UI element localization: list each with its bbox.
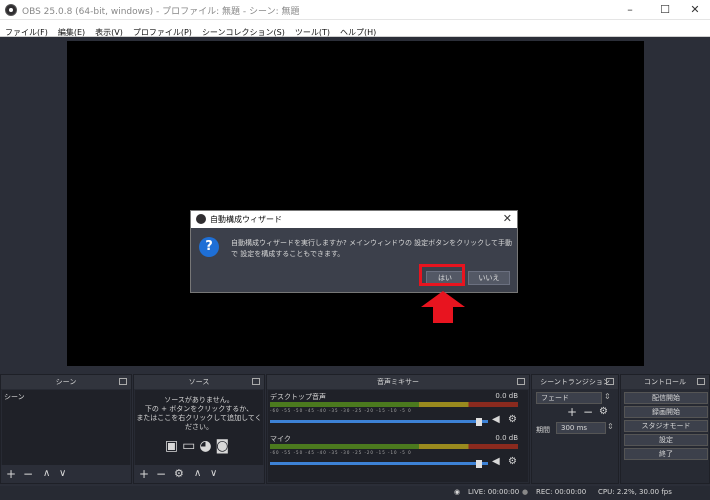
scene-up-button[interactable]: ∧ bbox=[43, 467, 50, 481]
duration-input[interactable]: 300 ms bbox=[556, 422, 606, 434]
menu-bar: ファイル(F) 編集(E) 表示(V) プロファイル(P) シーンコレクション(S) ツー… bbox=[0, 20, 710, 37]
source-properties-button[interactable]: ⚙ bbox=[174, 467, 184, 481]
chevron-updown-icon[interactable]: ⇕ bbox=[604, 392, 611, 401]
add-scene-button[interactable]: + bbox=[6, 467, 16, 481]
highlight-box bbox=[419, 264, 465, 286]
popout-icon[interactable] bbox=[606, 378, 614, 385]
window-title: OBS 25.0.8 (64-bit, windows) - プロファイル: 無… bbox=[22, 7, 300, 17]
rec-dot-icon: ● bbox=[522, 488, 529, 496]
mic-meter bbox=[270, 444, 518, 449]
obs-logo-icon bbox=[5, 4, 17, 16]
source-down-button[interactable]: ∨ bbox=[210, 467, 217, 481]
desktop-audio-label: デスクトップ音声 bbox=[270, 393, 326, 401]
no-button[interactable]: いいえ bbox=[468, 271, 510, 285]
duration-label: 期間 bbox=[536, 426, 550, 434]
speaker-icon[interactable]: ◀ bbox=[492, 414, 500, 425]
mic-slider[interactable] bbox=[270, 462, 488, 465]
desktop-audio-ticks: -60 -55 -50 -45 -40 -35 -30 -25 -20 -15 … bbox=[270, 408, 412, 413]
transitions-title: シーントランジション bbox=[540, 378, 610, 386]
speaker-icon[interactable]: ◀ bbox=[492, 456, 500, 467]
exit-button[interactable]: 終了 bbox=[624, 448, 708, 460]
title-bar: OBS 25.0.8 (64-bit, windows) - プロファイル: 無… bbox=[0, 0, 710, 20]
controls-dock: コントロール 配信開始 録画開始 スタジオモード 設定 終了 bbox=[620, 374, 710, 484]
add-transition-button[interactable]: + bbox=[567, 405, 577, 419]
scenes-footer: + − ∧ ∨ bbox=[1, 465, 131, 483]
settings-button[interactable]: 設定 bbox=[624, 434, 708, 446]
close-button[interactable]: ✕ bbox=[675, 0, 710, 20]
sources-header: ソース bbox=[134, 375, 264, 389]
empty-line-2: 下の + ボタンをクリックするか、 bbox=[144, 405, 254, 413]
cpu-status: CPU: 2.2%, 30.00 fps bbox=[598, 488, 672, 496]
scene-down-button[interactable]: ∨ bbox=[59, 467, 66, 481]
image-icon: ▣ bbox=[164, 438, 183, 454]
mixer-title: 音声ミキサー bbox=[377, 378, 419, 386]
controls-header: コントロール bbox=[621, 375, 709, 389]
dialog-title: 自動構成ウィザード bbox=[210, 215, 282, 224]
camera-icon: ◙ bbox=[215, 438, 234, 454]
transitions-header: シーントランジション bbox=[532, 375, 618, 389]
popout-icon[interactable] bbox=[697, 378, 705, 385]
mixer-dock: 音声ミキサー デスクトップ音声 0.0 dB -60 -55 -50 -45 -… bbox=[266, 374, 530, 484]
live-icon: ◉ bbox=[454, 488, 461, 496]
question-icon: ? bbox=[199, 237, 219, 257]
mic-slider-handle[interactable] bbox=[476, 460, 482, 468]
add-source-button[interactable]: + bbox=[139, 467, 149, 481]
controls-title: コントロール bbox=[644, 378, 686, 386]
dialog-title-bar: 自動構成ウィザード ✕ bbox=[191, 211, 517, 228]
popout-icon[interactable] bbox=[252, 378, 260, 385]
remove-scene-button[interactable]: − bbox=[23, 467, 33, 481]
desktop-audio-db: 0.0 dB bbox=[495, 392, 518, 400]
preview-canvas[interactable] bbox=[67, 41, 644, 366]
desktop-audio-slider-handle[interactable] bbox=[476, 418, 482, 426]
start-streaming-button[interactable]: 配信開始 bbox=[624, 392, 708, 404]
mic-db: 0.0 dB bbox=[495, 434, 518, 442]
sources-footer: + − ⚙ ∧ ∨ bbox=[134, 465, 264, 483]
obs-logo-icon bbox=[196, 214, 206, 224]
monitor-icon: ▭ bbox=[182, 438, 200, 454]
obs-window: OBS 25.0.8 (64-bit, windows) - プロファイル: 無… bbox=[0, 0, 710, 500]
popout-icon[interactable] bbox=[119, 378, 127, 385]
status-bar: ◉ LIVE: 00:00:00 ● REC: 00:00:00 CPU: 2.… bbox=[0, 486, 710, 500]
globe-icon: ◕ bbox=[199, 438, 216, 454]
mixer-header: 音声ミキサー bbox=[267, 375, 529, 389]
chevron-updown-icon[interactable]: ⇕ bbox=[607, 422, 614, 431]
transitions-dock: シーントランジション フェード ⇕ + − ⚙ 期間 300 ms ⇕ bbox=[531, 374, 619, 484]
studio-mode-button[interactable]: スタジオモード bbox=[624, 420, 708, 432]
source-up-button[interactable]: ∧ bbox=[194, 467, 201, 481]
desktop-audio-meter bbox=[270, 402, 518, 407]
remove-transition-button[interactable]: − bbox=[583, 405, 593, 419]
empty-line-3: またはここを右クリックして追加してください。 bbox=[136, 414, 262, 431]
source-type-icons: ▣▭◕◙ bbox=[135, 438, 263, 454]
empty-line-1: ソースがありません。 bbox=[164, 396, 234, 404]
desktop-audio-slider[interactable] bbox=[270, 420, 488, 423]
minimize-button[interactable]: – bbox=[610, 0, 650, 20]
popout-icon[interactable] bbox=[517, 378, 525, 385]
sources-list[interactable]: ソースがありません。 下の + ボタンをクリックするか、 またはここを右クリック… bbox=[135, 390, 263, 465]
transition-select[interactable]: フェード bbox=[536, 392, 602, 404]
mic-ticks: -60 -55 -50 -45 -40 -35 -30 -25 -20 -15 … bbox=[270, 450, 412, 455]
gear-icon[interactable]: ⚙ bbox=[508, 456, 517, 467]
sources-empty-message: ソースがありません。 下の + ボタンをクリックするか、 またはここを右クリック… bbox=[135, 396, 263, 432]
live-status: LIVE: 00:00:00 bbox=[468, 488, 520, 496]
scenes-title: シーン bbox=[55, 378, 77, 386]
scenes-list: シーン bbox=[2, 390, 130, 465]
start-recording-button[interactable]: 録画開始 bbox=[624, 406, 708, 418]
remove-source-button[interactable]: − bbox=[156, 467, 166, 481]
rec-status: REC: 00:00:00 bbox=[536, 488, 587, 496]
list-item[interactable]: シーン bbox=[4, 392, 25, 402]
auto-config-dialog: 自動構成ウィザード ✕ ? 自動構成ウィザードを実行しますか? メインウィンドウ… bbox=[190, 210, 518, 293]
mixer-tracks: デスクトップ音声 0.0 dB -60 -55 -50 -45 -40 -35 … bbox=[268, 390, 528, 482]
sources-title: ソース bbox=[188, 378, 210, 386]
transition-gear-icon[interactable]: ⚙ bbox=[599, 406, 608, 417]
dialog-message: 自動構成ウィザードを実行しますか? メインウィンドウの 設定ボタンをクリックして… bbox=[231, 239, 512, 258]
up-arrow-icon bbox=[421, 291, 465, 323]
mic-label: マイク bbox=[270, 435, 291, 443]
gear-icon[interactable]: ⚙ bbox=[508, 414, 517, 425]
scenes-dock: シーン シーン + − ∧ ∨ bbox=[0, 374, 132, 484]
scenes-header: シーン bbox=[1, 375, 131, 389]
dialog-close-button[interactable]: ✕ bbox=[503, 212, 512, 225]
sources-dock: ソース ソースがありません。 下の + ボタンをクリックするか、 またはここを右… bbox=[133, 374, 265, 484]
